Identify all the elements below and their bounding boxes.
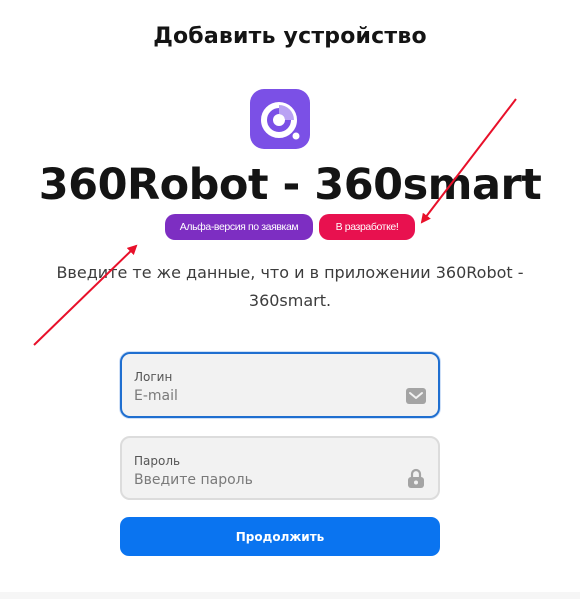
- app-name-heading: 360Robot - 360smart: [38, 160, 542, 210]
- badges-row: Альфа-версия по заявкам В разработке!: [0, 214, 580, 240]
- password-input[interactable]: [134, 472, 384, 488]
- envelope-icon: [406, 388, 426, 408]
- lock-icon: [406, 468, 426, 492]
- email-input[interactable]: [134, 388, 384, 404]
- in-development-badge: В разработке!: [319, 214, 415, 240]
- password-label: Пароль: [134, 454, 181, 468]
- password-field[interactable]: Пароль: [120, 436, 440, 500]
- alpha-badge: Альфа-версия по заявкам: [165, 214, 313, 240]
- app-logo-icon: [250, 89, 310, 149]
- continue-button[interactable]: Продолжить: [120, 517, 440, 556]
- page-title: Добавить устройство: [153, 24, 427, 49]
- bottom-divider: [0, 592, 580, 599]
- login-label: Логин: [134, 370, 173, 384]
- login-field[interactable]: Логин: [120, 352, 440, 418]
- instructions-text: Введите те же данные, что и в приложении…: [56, 263, 524, 310]
